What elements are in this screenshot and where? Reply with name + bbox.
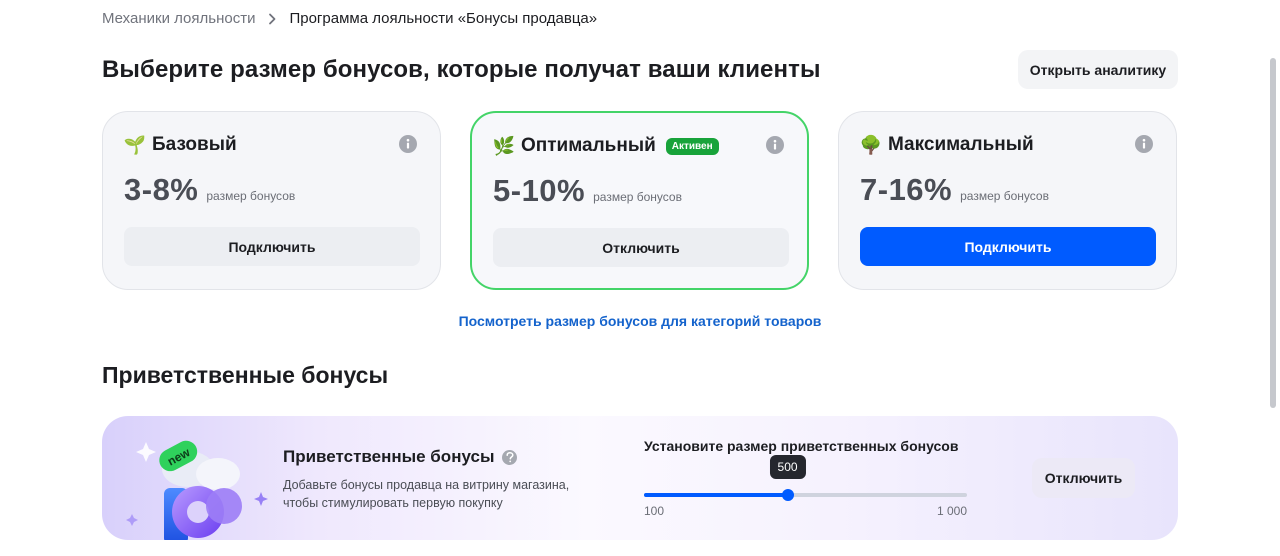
disconnect-welcome-button[interactable]: Отключить bbox=[1032, 458, 1135, 498]
welcome-card-description: Добавьте бонусы продавца на витрину мага… bbox=[283, 478, 570, 510]
slider-handle[interactable] bbox=[781, 489, 794, 501]
page-scrollbar[interactable] bbox=[1270, 58, 1276, 408]
info-icon[interactable] bbox=[399, 135, 417, 153]
plan-range-row: 7-16% размер бонусов bbox=[860, 172, 1049, 208]
plan-range-label: размер бонусов bbox=[960, 189, 1049, 203]
slider-max-label: 1 000 bbox=[936, 504, 967, 518]
chevron-right-icon bbox=[265, 12, 279, 26]
welcome-section-heading: Приветственные бонусы bbox=[102, 362, 389, 388]
plan-card-basic: 🌱 Базовый 3-8% размер бонусов Подключить bbox=[102, 111, 441, 290]
info-icon[interactable] bbox=[1135, 135, 1153, 153]
slider-min-label: 100 bbox=[644, 504, 665, 518]
welcome-card-title: Приветственные бонусы bbox=[283, 447, 495, 466]
breadcrumb-parent-link[interactable]: Механики лояльности bbox=[102, 10, 255, 27]
plan-range: 3-8% bbox=[124, 172, 199, 207]
breadcrumb: Механики лояльности Программа лояльности… bbox=[102, 10, 597, 27]
plan-card-header: 🌱 Базовый bbox=[124, 134, 237, 156]
plan-card-optimal: 🌿 Оптимальный Активен 5-10% размер бонус… bbox=[470, 111, 809, 290]
plan-card-maximum: 🌳 Максимальный 7-16% размер бонусов Подк… bbox=[838, 111, 1177, 290]
open-analytics-button[interactable]: Открыть аналитику bbox=[1018, 50, 1178, 89]
plan-range-label: размер бонусов bbox=[206, 189, 296, 203]
question-icon[interactable] bbox=[502, 449, 518, 465]
plan-range: 5-10% bbox=[493, 173, 586, 208]
plan-title: Максимальный bbox=[888, 134, 1034, 155]
connect-basic-button[interactable]: Подключить bbox=[124, 227, 420, 266]
plan-range-row: 5-10% размер бонусов bbox=[493, 173, 682, 209]
category-bonuses-link[interactable]: Посмотреть размер бонусов для категорий … bbox=[0, 313, 1280, 329]
active-status-badge: Активен bbox=[665, 137, 719, 155]
tree-icon: 🌳 bbox=[859, 134, 883, 155]
slider-value-tooltip: 500 bbox=[769, 455, 806, 479]
gift-illustration-icon: new bbox=[126, 440, 268, 540]
plan-card-header: 🌳 Максимальный bbox=[860, 134, 1034, 156]
plan-title: Оптимальный bbox=[521, 135, 656, 156]
seedling-icon: 🌱 bbox=[123, 134, 147, 155]
welcome-bonuses-card: new Приветственные бонусы Добавьте бонус… bbox=[102, 416, 1178, 540]
slider-track[interactable] bbox=[644, 489, 967, 501]
herb-icon: 🌿 bbox=[492, 135, 516, 156]
slider-label: Установите размер приветственных бонусов bbox=[644, 438, 959, 454]
breadcrumb-current: Программа лояльности «Бонусы продавца» bbox=[289, 10, 598, 27]
plan-range-label: размер бонусов bbox=[593, 190, 682, 204]
plan-title: Базовый bbox=[152, 134, 237, 155]
disconnect-optimal-button[interactable]: Отключить bbox=[493, 228, 789, 267]
plan-range-row: 3-8% размер бонусов bbox=[124, 172, 295, 208]
plan-range: 7-16% bbox=[860, 172, 953, 207]
plan-card-header: 🌿 Оптимальный Активен bbox=[493, 135, 719, 157]
welcome-card-title-row: Приветственные бонусы bbox=[283, 447, 518, 467]
page-title: Выберите размер бонусов, которые получат… bbox=[102, 56, 821, 83]
connect-maximum-button[interactable]: Подключить bbox=[860, 227, 1156, 266]
slider-fill bbox=[644, 493, 788, 497]
info-icon[interactable] bbox=[766, 136, 784, 154]
